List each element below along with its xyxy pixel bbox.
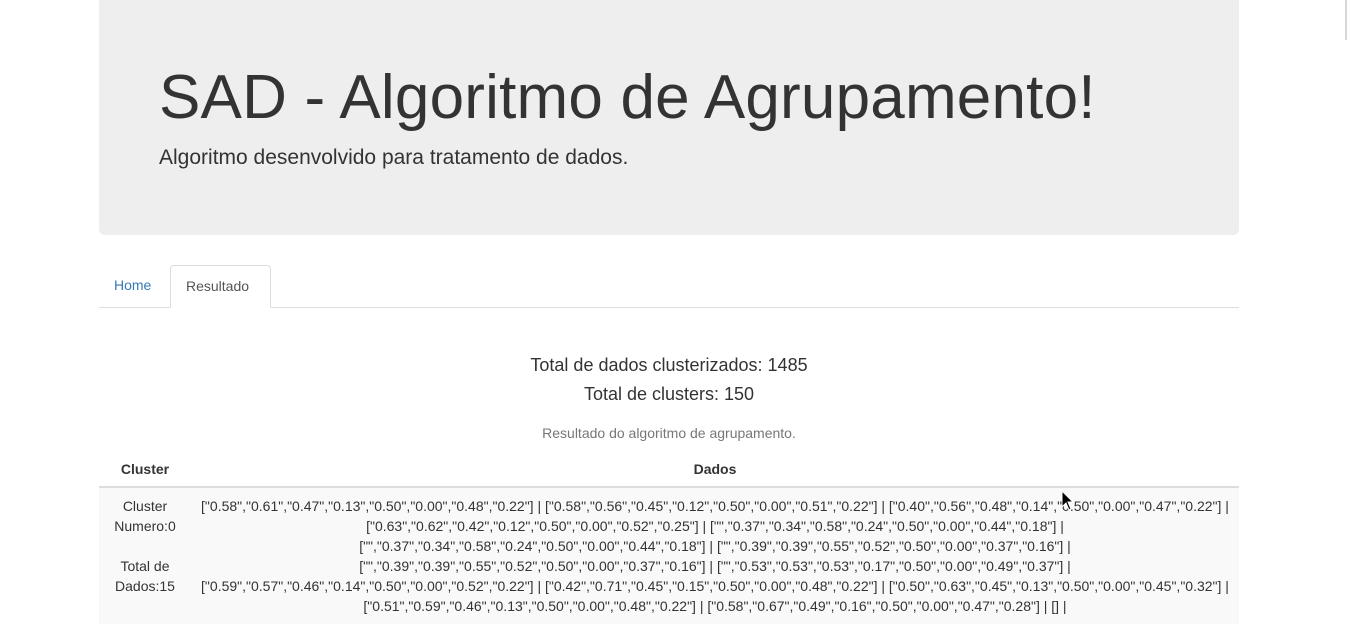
cluster-cell: Cluster Numero:0 Total de Dados:15 [99, 486, 191, 624]
cluster-spacer [107, 536, 183, 556]
table-caption: Resultado do algoritmo de agrupamento. [542, 425, 796, 441]
dados-line: ["0.58","0.61","0.47","0.13","0.50","0.0… [201, 498, 1229, 514]
table-header-row: Cluster Dados [99, 452, 1239, 488]
column-header-cluster: Cluster [99, 452, 191, 488]
total-label: Total de [120, 558, 170, 574]
page-subtitle: Algoritmo desenvolvido para tratamento d… [159, 146, 629, 169]
tab-resultado[interactable]: Resultado [170, 265, 272, 308]
dados-line: ["0.63","0.62","0.42","0.12","0.50","0.0… [366, 518, 1064, 534]
dados-cell: ["0.58","0.61","0.47","0.13","0.50","0.0… [191, 486, 1239, 624]
nav-tabs: Home Resultado [99, 265, 1239, 308]
page: SAD - Algoritmo de Agrupamento! Algoritm… [0, 0, 1347, 632]
mouse-pointer-icon [1061, 490, 1075, 511]
column-header-dados: Dados [191, 452, 1239, 488]
total-clusters: Total de clusters: 150 [583, 384, 755, 404]
dados-line: ["0.59","0.57","0.46","0.14","0.50","0.0… [201, 578, 1229, 594]
total-dados-count: Dados:15 [115, 578, 175, 594]
jumbotron: SAD - Algoritmo de Agrupamento! Algoritm… [99, 0, 1239, 235]
tab-home[interactable]: Home [99, 265, 166, 306]
dados-line: ["","0.39","0.39","0.55","0.52","0.50","… [359, 558, 1071, 574]
cluster-label: Cluster [122, 498, 168, 514]
results-table: Cluster Dados Cluster Numero:0 Total de … [99, 452, 1239, 624]
dados-line: ["0.51","0.59","0.46","0.13","0.50","0.0… [363, 598, 1067, 614]
cluster-number: Numero:0 [114, 518, 176, 534]
main-container: SAD - Algoritmo de Agrupamento! Algoritm… [99, 0, 1239, 624]
dados-line: ["","0.37","0.34","0.58","0.24","0.50","… [359, 538, 1071, 554]
total-dados-clusterizados: Total de dados clusterizados: 1485 [530, 355, 808, 375]
page-title: SAD - Algoritmo de Agrupamento! [159, 63, 1096, 132]
